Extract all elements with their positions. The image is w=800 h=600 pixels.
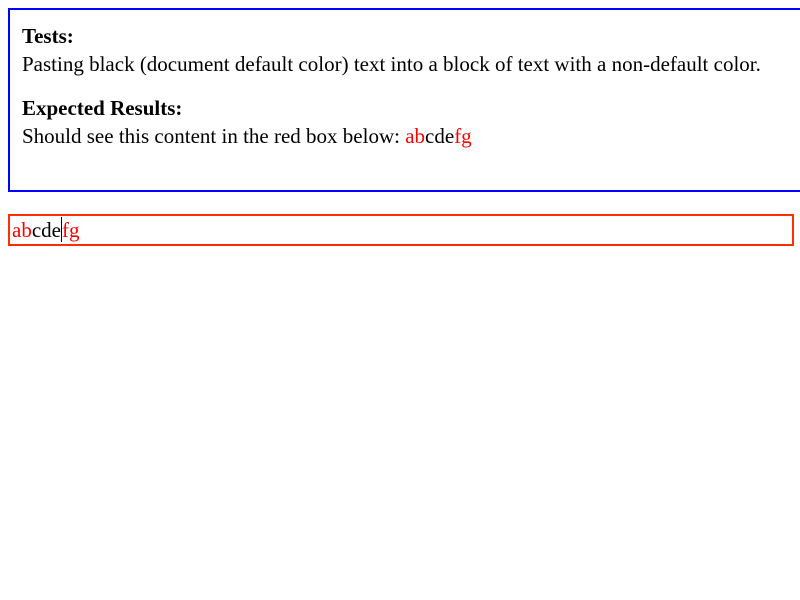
editor-red-start-text: ab: [12, 218, 32, 242]
expected-results-line: Should see this content in the red box b…: [22, 122, 792, 150]
expected-results-section: Expected Results: Should see this conten…: [22, 94, 792, 150]
test-description-box: Tests: Pasting black (document default c…: [8, 8, 800, 192]
expected-results-text: Should see this content in the red box b…: [22, 124, 400, 148]
editable-content-box[interactable]: abcdefg: [8, 214, 794, 246]
expected-sample-red-end: fg: [454, 124, 472, 148]
editor-red-end-text: fg: [61, 218, 80, 242]
expected-sample-red-start: ab: [405, 124, 426, 148]
tests-description: Pasting black (document default color) t…: [22, 52, 761, 76]
expected-results-heading: Expected Results:: [22, 96, 183, 120]
tests-heading: Tests:: [22, 24, 74, 48]
editor-black-middle-text: cde: [31, 218, 61, 242]
expected-sample-black-middle: cde: [425, 124, 455, 148]
